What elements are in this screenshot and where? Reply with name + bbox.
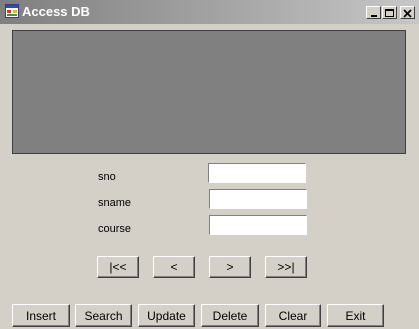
course-label: course <box>98 223 132 235</box>
sno-field[interactable] <box>208 163 306 183</box>
window-title: Access DB <box>22 4 90 19</box>
course-field[interactable] <box>209 215 307 235</box>
minimize-button[interactable] <box>366 6 381 19</box>
data-grid-view[interactable] <box>12 30 406 154</box>
next-record-button[interactable]: > <box>209 256 251 278</box>
sname-label: sname <box>98 197 132 209</box>
search-button[interactable]: Search <box>75 304 132 327</box>
delete-button[interactable]: Delete <box>201 304 259 327</box>
clear-button[interactable]: Clear <box>265 304 321 327</box>
last-record-button[interactable]: >>| <box>265 256 307 278</box>
maximize-icon <box>385 9 394 17</box>
exit-button[interactable]: Exit <box>327 304 384 327</box>
close-icon <box>403 9 412 18</box>
close-button[interactable] <box>400 6 415 19</box>
sno-label: sno <box>98 171 116 183</box>
previous-record-button[interactable]: < <box>153 256 195 278</box>
update-button[interactable]: Update <box>138 304 195 327</box>
maximize-button[interactable] <box>382 6 397 19</box>
insert-button[interactable]: Insert <box>12 304 70 327</box>
app-form-icon[interactable] <box>5 4 19 18</box>
main-window: Access DB sno sname course |<< < > >>| I… <box>0 0 419 329</box>
first-record-button[interactable]: |<< <box>97 256 139 278</box>
sname-field[interactable] <box>209 189 307 209</box>
title-bar[interactable]: Access DB <box>0 0 419 24</box>
minimize-icon <box>371 15 377 17</box>
